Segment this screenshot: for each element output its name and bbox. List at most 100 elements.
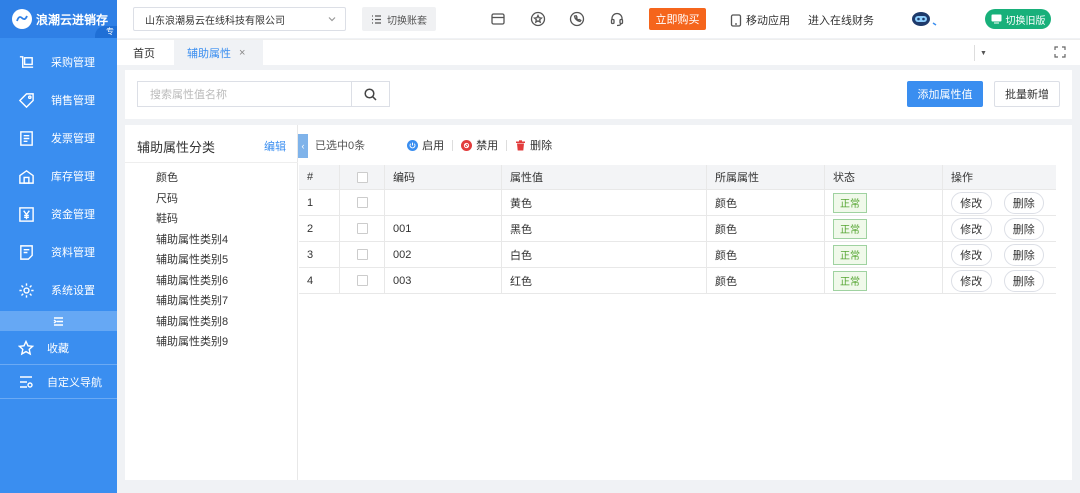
row-checkbox[interactable] — [356, 275, 368, 286]
star-icon — [17, 339, 35, 357]
sidebar-item-purchase[interactable]: 采购管理 — [0, 43, 117, 81]
toolbar-divider — [452, 139, 454, 151]
enable-label: 启用 — [422, 140, 445, 152]
delete-row-button[interactable]: 删除 — [1003, 269, 1044, 292]
add-attribute-value-button[interactable]: 添加属性值 — [907, 81, 983, 107]
table-row: 3 002 白色 颜色 正常 修改 删除 — [299, 242, 1056, 268]
close-icon[interactable]: × — [239, 47, 245, 59]
online-finance-link[interactable]: 进入在线财务 — [808, 12, 874, 28]
fullscreen-icon[interactable] — [1054, 46, 1068, 60]
sidebar-item-custom-nav[interactable]: 自定义导航 — [0, 365, 117, 399]
delete-row-button[interactable]: 删除 — [1003, 217, 1044, 240]
collapse-panel-handle[interactable]: ‹ — [298, 134, 308, 158]
delete-row-button[interactable]: 删除 — [1003, 191, 1044, 214]
custom-nav-icon — [17, 373, 35, 391]
row-index: 1 — [299, 190, 340, 215]
edit-button[interactable]: 修改 — [951, 191, 992, 214]
delete-label: 删除 — [530, 140, 553, 152]
column-header-value: 属性值 — [502, 165, 707, 189]
switch-old-version-button[interactable]: 切换旧版 — [985, 9, 1051, 29]
chevron-left-icon: ‹ — [301, 141, 305, 151]
sidebar-item-favorites[interactable]: 收藏 — [0, 331, 117, 365]
select-all-checkbox[interactable] — [356, 171, 368, 183]
status-badge: 正常 — [833, 192, 867, 213]
monitor-icon — [991, 14, 1001, 24]
tag-icon — [17, 91, 35, 109]
avatar[interactable] — [910, 9, 940, 29]
row-index: 2 — [299, 216, 340, 241]
buy-now-button[interactable]: 立即购买 — [649, 8, 706, 30]
category-edit-link[interactable]: 编辑 — [264, 138, 286, 154]
sidebar-item-invoice[interactable]: 发票管理 — [0, 119, 117, 157]
edit-button[interactable]: 修改 — [951, 217, 992, 240]
table-toolbar: 已选中0条 启用 禁用 删除 — [315, 135, 560, 155]
search-input[interactable]: 搜索属性值名称 — [137, 81, 352, 107]
disable-label: 禁用 — [476, 140, 499, 152]
card-icon[interactable] — [490, 11, 506, 27]
switch-old-label: 切换旧版 — [1005, 15, 1046, 27]
disable-icon — [461, 139, 473, 151]
trash-icon — [516, 139, 526, 150]
batch-add-button[interactable]: 批量新增 — [994, 81, 1060, 107]
category-item[interactable]: 辅助属性类别5 — [156, 250, 228, 271]
disable-button[interactable]: 禁用 — [461, 137, 498, 153]
delete-button[interactable]: 删除 — [515, 137, 552, 153]
row-status-cell: 正常 — [825, 216, 943, 241]
tab-auxiliary-attributes[interactable]: 辅助属性 × — [174, 40, 263, 66]
row-actions: 修改 删除 — [943, 242, 1056, 267]
column-header-actions: 操作 — [951, 172, 973, 184]
column-header-code: 编码 — [385, 165, 502, 189]
row-code: 003 — [385, 268, 502, 293]
category-item[interactable]: 辅助属性类别6 — [156, 271, 228, 292]
edit-button[interactable]: 修改 — [951, 243, 992, 266]
category-item[interactable]: 辅助属性类别9 — [156, 332, 228, 353]
invoice-icon — [17, 129, 35, 147]
star-circle-icon[interactable] — [530, 11, 546, 27]
sidebar-item-label: 资金管理 — [51, 209, 95, 221]
category-title: 辅助属性分类 — [137, 140, 216, 155]
toolbar-divider — [506, 139, 508, 151]
category-item[interactable]: 辅助属性类别4 — [156, 230, 228, 251]
tab-home[interactable]: 首页 — [133, 40, 155, 66]
table-row: 4 003 红色 颜色 正常 修改 删除 — [299, 268, 1056, 294]
sidebar-item-data[interactable]: 资料管理 — [0, 233, 117, 271]
row-select-cell — [340, 190, 385, 215]
sidebar-item-sales[interactable]: 销售管理 — [0, 81, 117, 119]
row-select-cell — [340, 268, 385, 293]
edit-button[interactable]: 修改 — [951, 269, 992, 292]
category-item[interactable]: 鞋码 — [156, 209, 228, 230]
phone-icon[interactable] — [569, 11, 585, 27]
sidebar-item-settings[interactable]: 系统设置 — [0, 271, 117, 309]
sidebar-item-funds[interactable]: 资金管理 — [0, 195, 117, 233]
tab-label: 辅助属性 — [187, 48, 231, 60]
category-item[interactable]: 尺码 — [156, 189, 228, 210]
sidebar-collapse-button[interactable] — [0, 311, 117, 331]
tab-dropdown-button[interactable]: ▼ — [974, 45, 992, 61]
row-value: 白色 — [502, 242, 707, 267]
table-row: 1 黄色 颜色 正常 修改 删除 — [299, 190, 1056, 216]
category-item[interactable]: 辅助属性类别8 — [156, 312, 228, 333]
search-button[interactable] — [351, 81, 390, 107]
row-checkbox[interactable] — [356, 197, 368, 208]
warehouse-icon — [17, 167, 35, 185]
row-checkbox[interactable] — [356, 223, 368, 234]
delete-row-button[interactable]: 删除 — [1003, 243, 1044, 266]
row-code: 002 — [385, 242, 502, 267]
category-item[interactable]: 颜色 — [156, 168, 228, 189]
row-code — [385, 190, 502, 215]
switch-account-button[interactable]: 切换账套 — [362, 7, 436, 31]
row-attribute: 颜色 — [707, 190, 825, 215]
row-index: 4 — [299, 268, 340, 293]
company-select[interactable]: 山东浪潮易云在线科技有限公司 — [133, 7, 346, 31]
cart-icon — [17, 53, 35, 71]
mobile-app-link[interactable]: 移动应用 — [730, 12, 790, 28]
headset-icon[interactable] — [609, 11, 625, 27]
brand[interactable]: 浪潮云进销存 专 — [0, 0, 117, 38]
sidebar-item-inventory[interactable]: 库存管理 — [0, 157, 117, 195]
enable-button[interactable]: 启用 — [407, 137, 444, 153]
category-item[interactable]: 辅助属性类别7 — [156, 291, 228, 312]
row-checkbox[interactable] — [356, 249, 368, 260]
chevron-down-icon — [328, 17, 336, 22]
row-attribute: 颜色 — [707, 242, 825, 267]
row-index: 3 — [299, 242, 340, 267]
